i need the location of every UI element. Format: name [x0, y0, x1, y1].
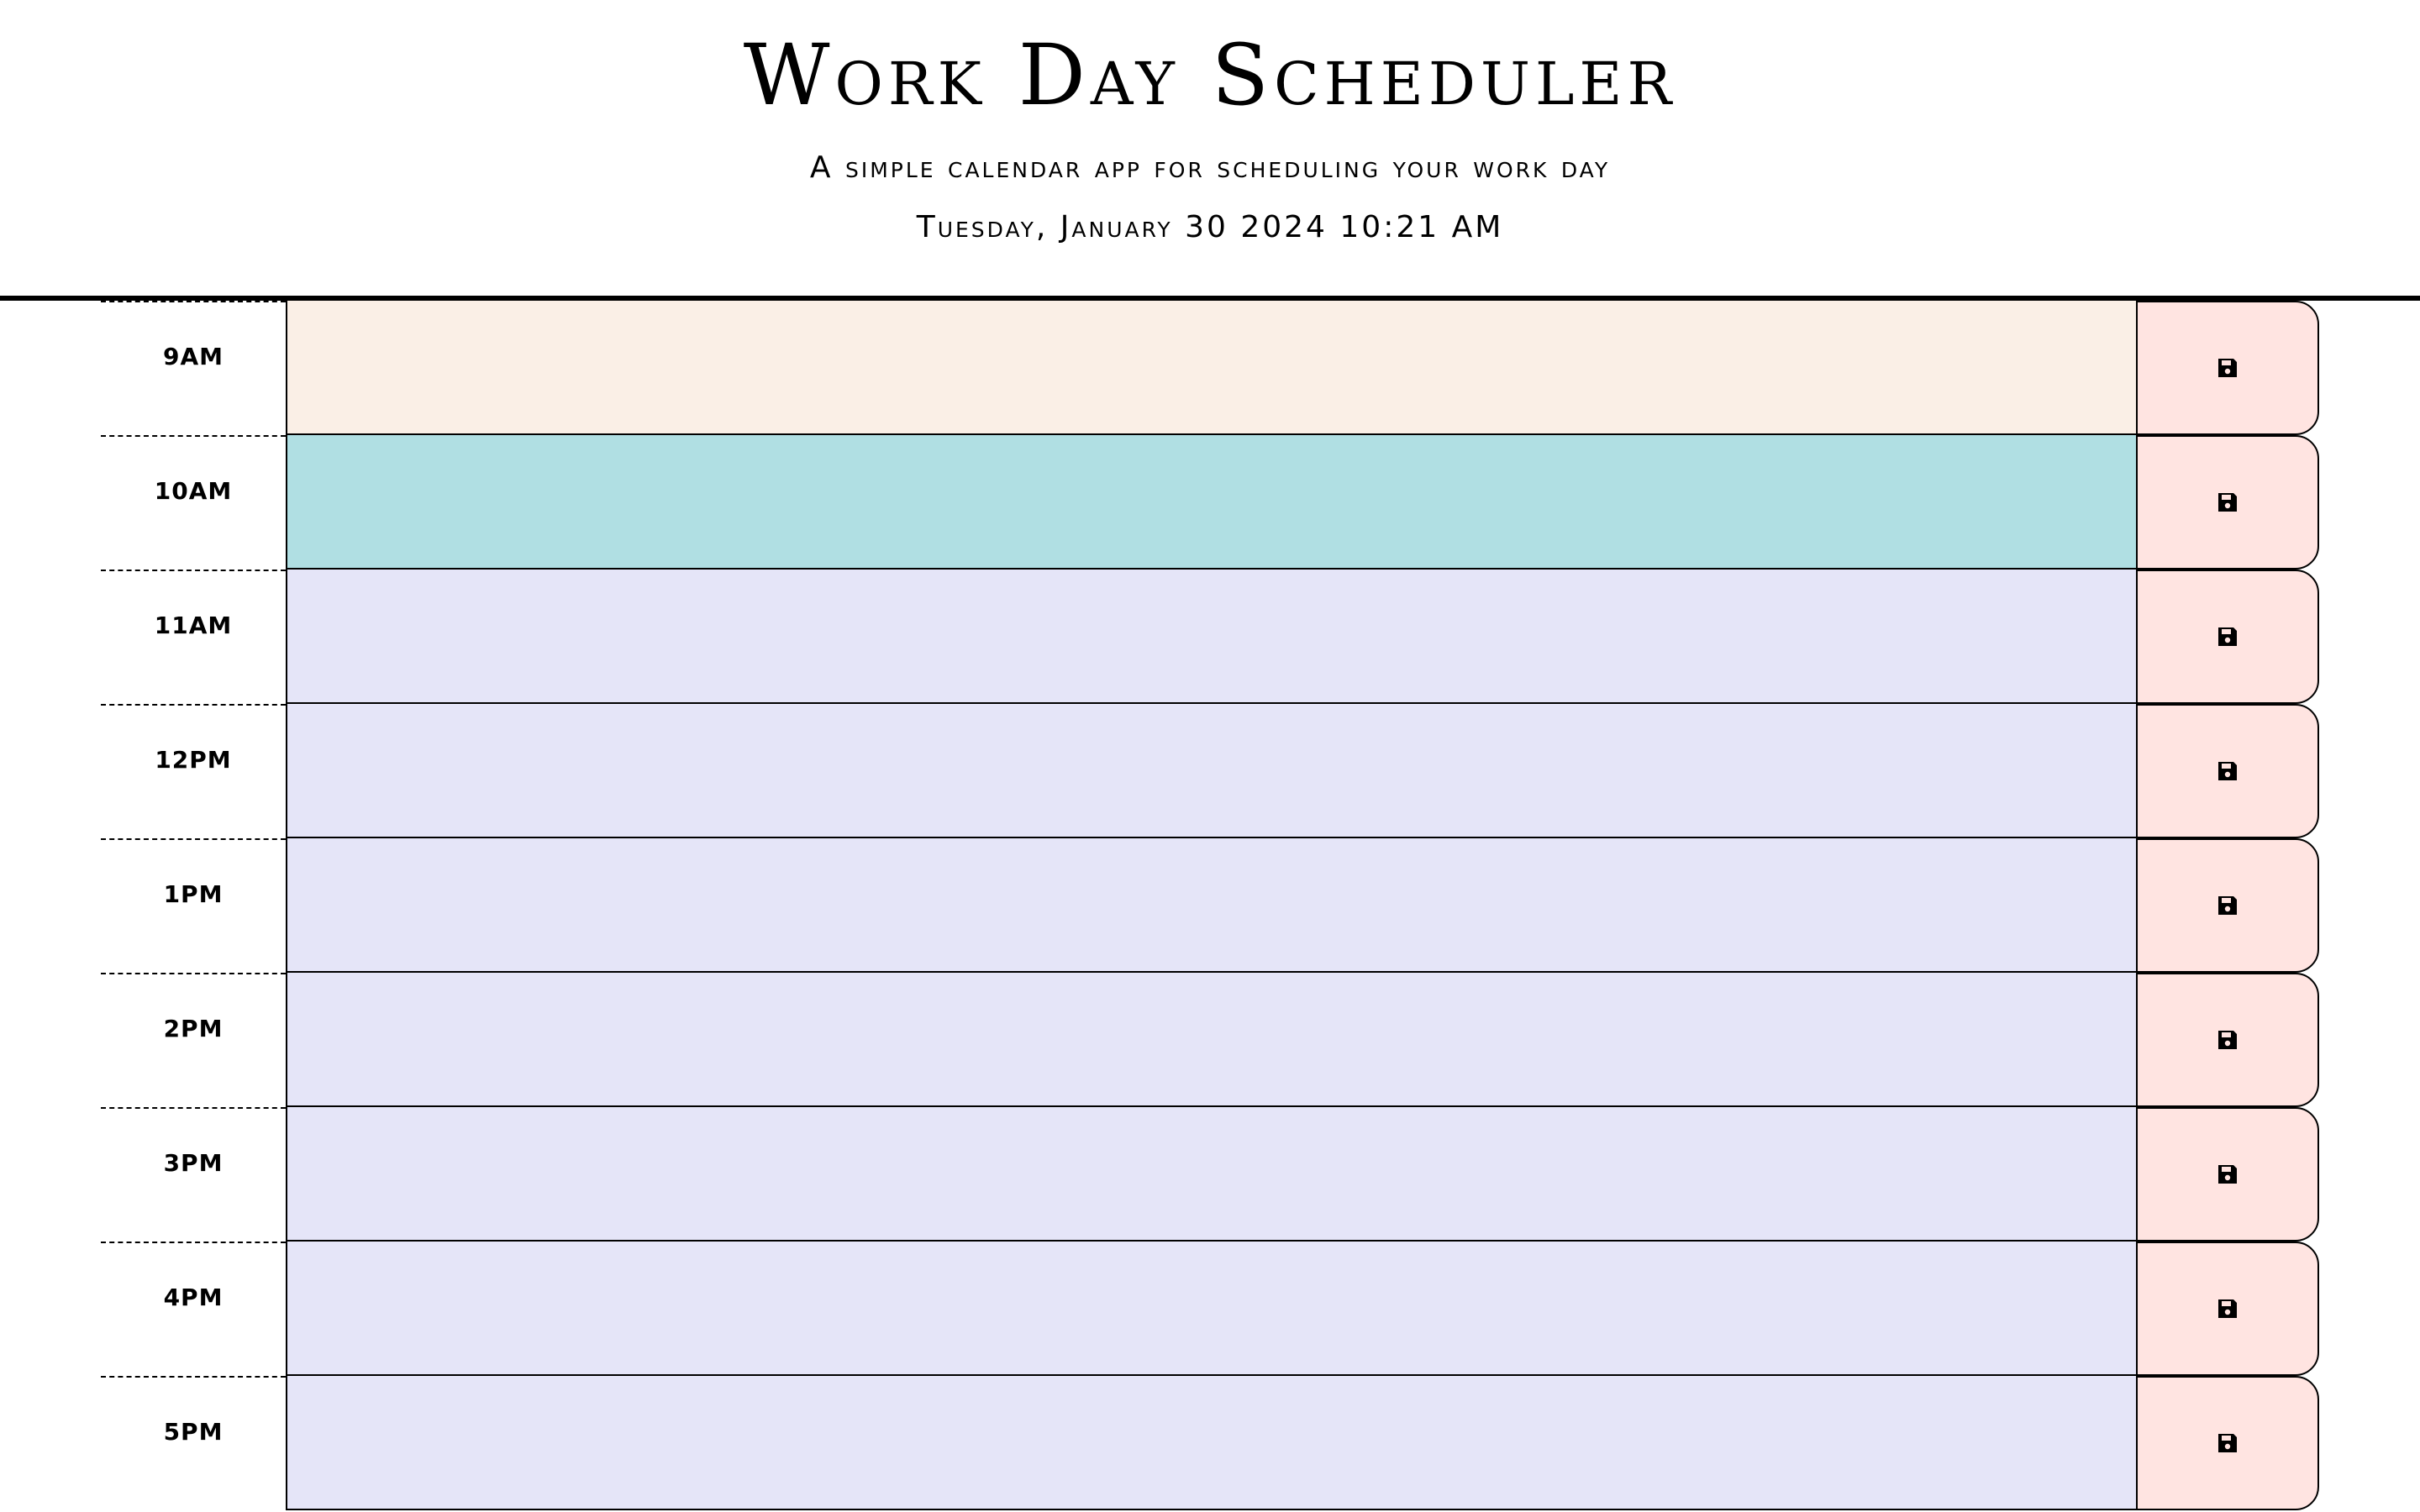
save-button[interactable] [2136, 435, 2319, 570]
floppy-disk-icon [2216, 356, 2239, 380]
time-block: 12PM [101, 704, 2319, 838]
save-button[interactable] [2136, 1376, 2319, 1510]
time-block: 1PM [101, 838, 2319, 973]
event-description-input[interactable] [286, 1376, 2136, 1510]
time-block: 10AM [101, 435, 2319, 570]
event-description-input[interactable] [286, 570, 2136, 704]
save-button[interactable] [2136, 1242, 2319, 1376]
save-button[interactable] [2136, 570, 2319, 704]
save-button[interactable] [2136, 838, 2319, 973]
save-button[interactable] [2136, 301, 2319, 435]
page-subtitle: A simple calendar app for scheduling you… [809, 150, 1611, 185]
hour-label: 9AM [101, 301, 286, 435]
event-description-input[interactable] [286, 838, 2136, 973]
hour-label: 11AM [101, 570, 286, 704]
floppy-disk-icon [2216, 894, 2239, 917]
hour-label: 3PM [101, 1107, 286, 1242]
floppy-disk-icon [2216, 759, 2239, 783]
save-button[interactable] [2136, 704, 2319, 838]
time-block: 2PM [101, 973, 2319, 1107]
time-block: 9AM [101, 301, 2319, 435]
page-title: Work Day Scheduler [743, 26, 1677, 124]
current-day: Tuesday, January 30 2024 10:21 AM [916, 210, 1504, 244]
schedule-container: 9AM 10AM 11AM 12PM 1PM 2PM 3PM 4PM 5PM [0, 301, 2420, 1512]
save-button[interactable] [2136, 1107, 2319, 1242]
hour-label: 1PM [101, 838, 286, 973]
event-description-input[interactable] [286, 973, 2136, 1107]
time-block: 4PM [101, 1242, 2319, 1376]
event-description-input[interactable] [286, 435, 2136, 570]
event-description-input[interactable] [286, 301, 2136, 435]
floppy-disk-icon [2216, 1028, 2239, 1052]
event-description-input[interactable] [286, 1107, 2136, 1242]
hour-label: 10AM [101, 435, 286, 570]
hour-label: 4PM [101, 1242, 286, 1376]
time-block: 5PM [101, 1376, 2319, 1510]
event-description-input[interactable] [286, 1242, 2136, 1376]
floppy-disk-icon [2216, 625, 2239, 648]
hour-label: 2PM [101, 973, 286, 1107]
time-block: 3PM [101, 1107, 2319, 1242]
time-block: 11AM [101, 570, 2319, 704]
page-header: Work Day Scheduler A simple calendar app… [0, 0, 2420, 301]
floppy-disk-icon [2216, 1431, 2239, 1455]
floppy-disk-icon [2216, 1297, 2239, 1320]
hour-label: 12PM [101, 704, 286, 838]
hour-label: 5PM [101, 1376, 286, 1510]
floppy-disk-icon [2216, 491, 2239, 514]
floppy-disk-icon [2216, 1163, 2239, 1186]
event-description-input[interactable] [286, 704, 2136, 838]
save-button[interactable] [2136, 973, 2319, 1107]
